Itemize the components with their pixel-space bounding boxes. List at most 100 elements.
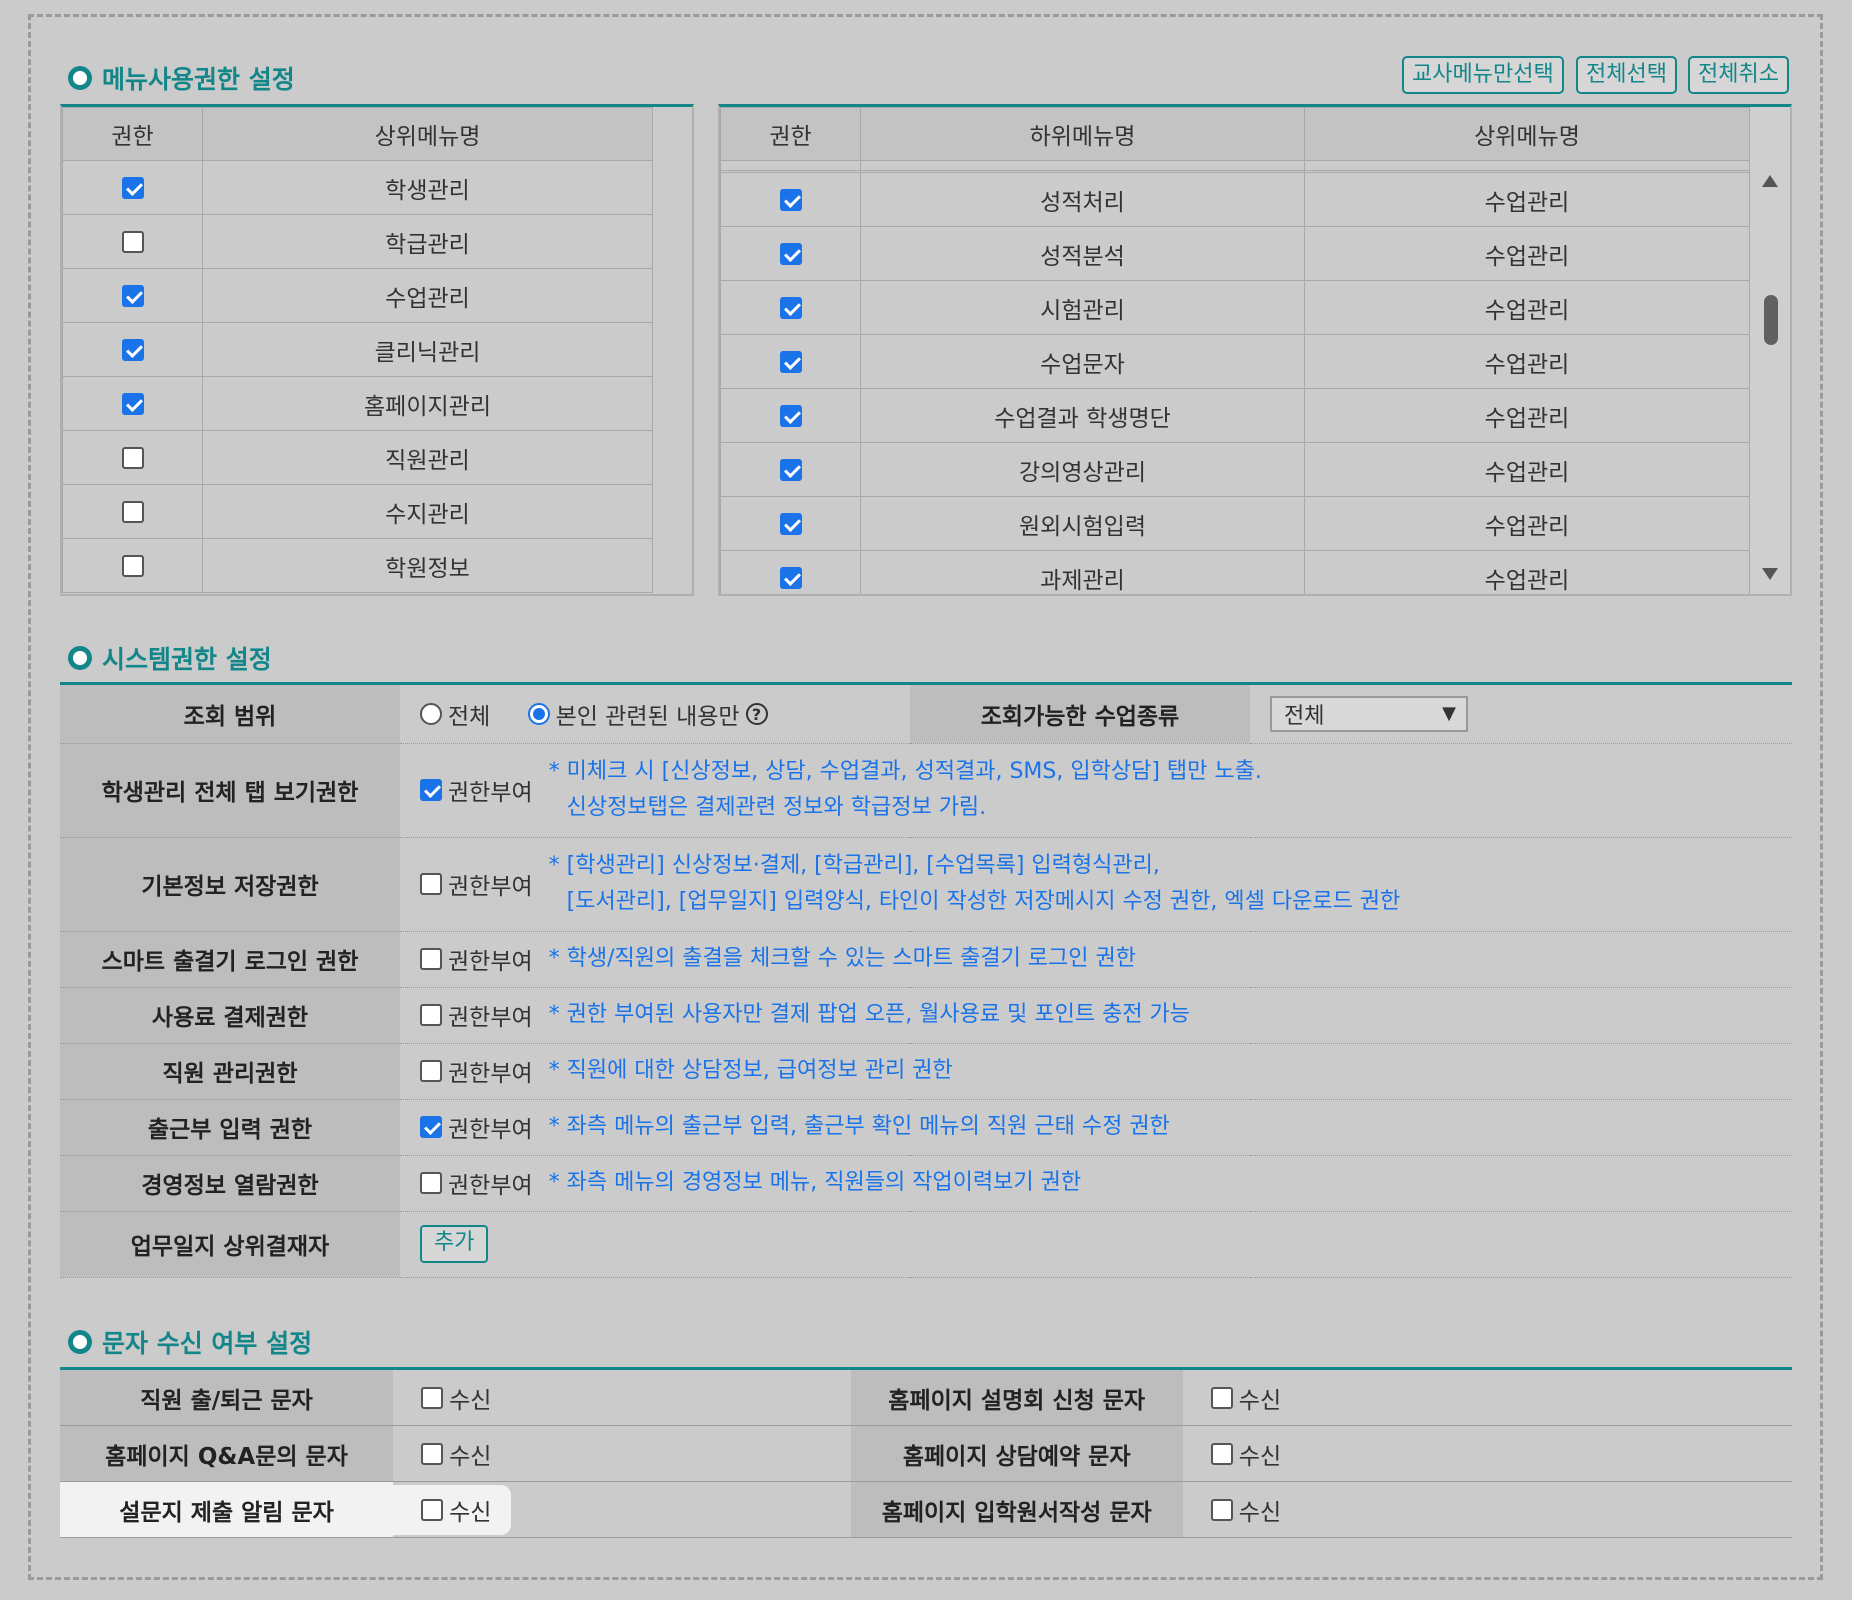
teacher-menu-only-button[interactable]: 교사메뉴만선택 [1402, 56, 1564, 94]
grant-checkbox[interactable]: 권한부여 [420, 1054, 533, 1088]
permission-checkbox[interactable] [779, 459, 802, 481]
checkbox-icon[interactable] [1210, 1386, 1233, 1409]
receive-checkbox[interactable]: 수신 [393, 1484, 512, 1535]
checkbox-icon[interactable] [420, 779, 442, 801]
sub-menu-name: 수업문자 [860, 334, 1305, 389]
permission-checkbox[interactable] [121, 501, 144, 523]
sub-menu-name: 성적분석 [860, 226, 1305, 281]
radio-icon[interactable] [420, 702, 442, 725]
sub-menu-name: 성적처리 [860, 172, 1305, 227]
parent-menu-name: 수지관리 [202, 484, 653, 539]
parent-menu-name: 수업관리 [1304, 172, 1750, 227]
checkbox-icon[interactable] [420, 1116, 442, 1138]
scroll-thumb[interactable] [1764, 295, 1778, 345]
checkbox-icon[interactable] [420, 1172, 442, 1194]
table-row: 수업문자 수업관리 [720, 334, 1750, 389]
permission-checkbox[interactable] [121, 177, 144, 199]
checkbox-icon[interactable] [420, 1004, 442, 1026]
cancel-all-button[interactable]: 전체취소 [1688, 56, 1789, 94]
table-row: 학원정보 [62, 538, 653, 593]
permission-label: 기본정보 저장권한 [60, 837, 400, 932]
table-row: 클리닉관리 [62, 322, 653, 377]
grant-checkbox[interactable]: 권한부여 [420, 1166, 533, 1200]
permission-row: 직원 관리권한 권한부여 * 직원에 대한 상담정보, 급여정보 관리 권한 [60, 1043, 1792, 1100]
sms-row: 설문지 제출 알림 문자 수신 홈페이지 입학원서작성 문자 수신 [60, 1481, 1792, 1538]
radio-icon[interactable] [527, 702, 550, 725]
sms-label: 직원 출/퇴근 문자 [60, 1370, 394, 1426]
sub-menu-name: 시험관리 [860, 280, 1305, 335]
permission-note: * 학생/직원의 출결을 체크할 수 있는 스마트 출결기 로그인 권한 [548, 946, 1136, 971]
checkbox-icon[interactable] [421, 1498, 444, 1521]
permission-checkbox[interactable] [121, 339, 144, 361]
scope-self-radio[interactable]: 본인 관련된 내용만? [527, 697, 768, 731]
sms-settings-table: 직원 출/퇴근 문자 수신 홈페이지 설명회 신청 문자 수신 홈페이지 Q&A문의 문… [60, 1367, 1792, 1538]
parent-menu-name: 수업관리 [202, 268, 653, 323]
receive-checkbox[interactable]: 수신 [1210, 1493, 1281, 1527]
table-row: 시험관리 수업관리 [720, 280, 1750, 335]
parent-menu-name: 직원관리 [202, 430, 653, 485]
permission-note: * 미체크 시 [신상정보, 상담, 수업결과, 성적결과, SMS, 입학상담… [548, 759, 1262, 820]
receive-checkbox[interactable]: 수신 [421, 1381, 491, 1415]
permission-row: 기본정보 저장권한 권한부여 * [학생관리] 신상정보·결제, [학급관리], [… [60, 837, 1792, 932]
menu-section-title: 메뉴사용권한 설정 [68, 60, 295, 96]
class-type-select[interactable]: 전체 ▼ [1270, 695, 1468, 732]
permission-label: 스마트 출결기 로그인 권한 [60, 931, 400, 988]
scroll-up-icon[interactable] [1762, 175, 1778, 187]
permission-checkbox[interactable] [121, 285, 144, 307]
grant-checkbox[interactable]: 권한부여 [420, 773, 533, 807]
permission-checkbox[interactable] [779, 189, 802, 211]
checkbox-icon[interactable] [420, 873, 442, 895]
permission-checkbox[interactable] [779, 513, 802, 535]
grant-checkbox[interactable]: 권한부여 [420, 998, 533, 1032]
permission-row: 학생관리 전체 탭 보기권한 권한부여 * 미체크 시 [신상정보, 상담, 수업결… [60, 743, 1792, 838]
table-row: 수업관리 [62, 268, 653, 323]
parent-menu-name: 학원정보 [202, 538, 653, 593]
scope-all-radio[interactable]: 전체 [420, 697, 490, 731]
sms-label: 홈페이지 Q&A문의 문자 [60, 1425, 394, 1482]
receive-checkbox[interactable]: 수신 [1210, 1381, 1281, 1415]
receive-checkbox[interactable]: 수신 [421, 1437, 491, 1471]
checkbox-icon[interactable] [421, 1442, 444, 1465]
checkbox-icon[interactable] [420, 948, 442, 970]
permission-checkbox[interactable] [121, 231, 144, 253]
receive-checkbox[interactable]: 수신 [1210, 1437, 1281, 1471]
question-circle-icon[interactable]: ? [745, 702, 768, 725]
permission-checkbox[interactable] [779, 243, 802, 265]
permission-row: 사용료 결제권한 권한부여 * 권한 부여된 사용자만 결제 팝업 오픈, 월사용료… [60, 987, 1792, 1044]
permission-checkbox[interactable] [121, 393, 144, 415]
approver-label: 업무일지 상위결재자 [60, 1211, 400, 1278]
sms-label: 설문지 제출 알림 문자 [60, 1481, 394, 1538]
checkbox-icon[interactable] [420, 1060, 442, 1082]
sms-row: 직원 출/퇴근 문자 수신 홈페이지 설명회 신청 문자 수신 [60, 1370, 1792, 1426]
permission-checkbox[interactable] [121, 555, 144, 577]
permission-checkbox[interactable] [779, 351, 802, 373]
grant-checkbox[interactable]: 권한부여 [420, 1110, 533, 1144]
bullet-icon [68, 66, 92, 90]
scroll-down-icon[interactable] [1762, 568, 1778, 580]
table-row: 수업결과 학생명단 수업관리 [720, 388, 1750, 443]
table-row: 강의영상관리 수업관리 [720, 442, 1750, 497]
table-row: 학급관리 [62, 214, 653, 269]
permission-label: 사용료 결제권한 [60, 987, 400, 1044]
scrollbar[interactable] [1750, 107, 1790, 594]
grant-checkbox[interactable]: 권한부여 [420, 942, 533, 976]
add-approver-button[interactable]: 추가 [420, 1225, 489, 1263]
select-all-button[interactable]: 전체선택 [1576, 56, 1677, 94]
checkbox-icon[interactable] [1210, 1442, 1233, 1465]
sms-label: 홈페이지 입학원서작성 문자 [850, 1481, 1183, 1538]
col-parent-menu: 상위메뉴명 [202, 107, 653, 161]
checkbox-icon[interactable] [1210, 1498, 1233, 1521]
permission-note: * 좌측 메뉴의 출근부 입력, 출근부 확인 메뉴의 직원 근태 수정 권한 [548, 1114, 1170, 1139]
permission-checkbox[interactable] [121, 447, 144, 469]
system-section-title: 시스템권한 설정 [68, 640, 272, 676]
checkbox-icon[interactable] [421, 1386, 444, 1409]
permission-checkbox[interactable] [779, 567, 802, 589]
sms-label: 홈페이지 설명회 신청 문자 [850, 1370, 1183, 1426]
sms-label: 홈페이지 상담예약 문자 [850, 1425, 1183, 1482]
grant-checkbox[interactable]: 권한부여 [420, 867, 533, 901]
sub-menu-panel: 권한 하위메뉴명 상위메뉴명 성적처리 수업관리 성적분석 수업관리 시험관리 수업관리 수… [718, 104, 1792, 596]
col-parent-menu: 상위메뉴명 [1304, 107, 1750, 161]
permission-checkbox[interactable] [779, 297, 802, 319]
table-row: 과제관리 수업관리 [720, 550, 1750, 594]
permission-checkbox[interactable] [779, 405, 802, 427]
